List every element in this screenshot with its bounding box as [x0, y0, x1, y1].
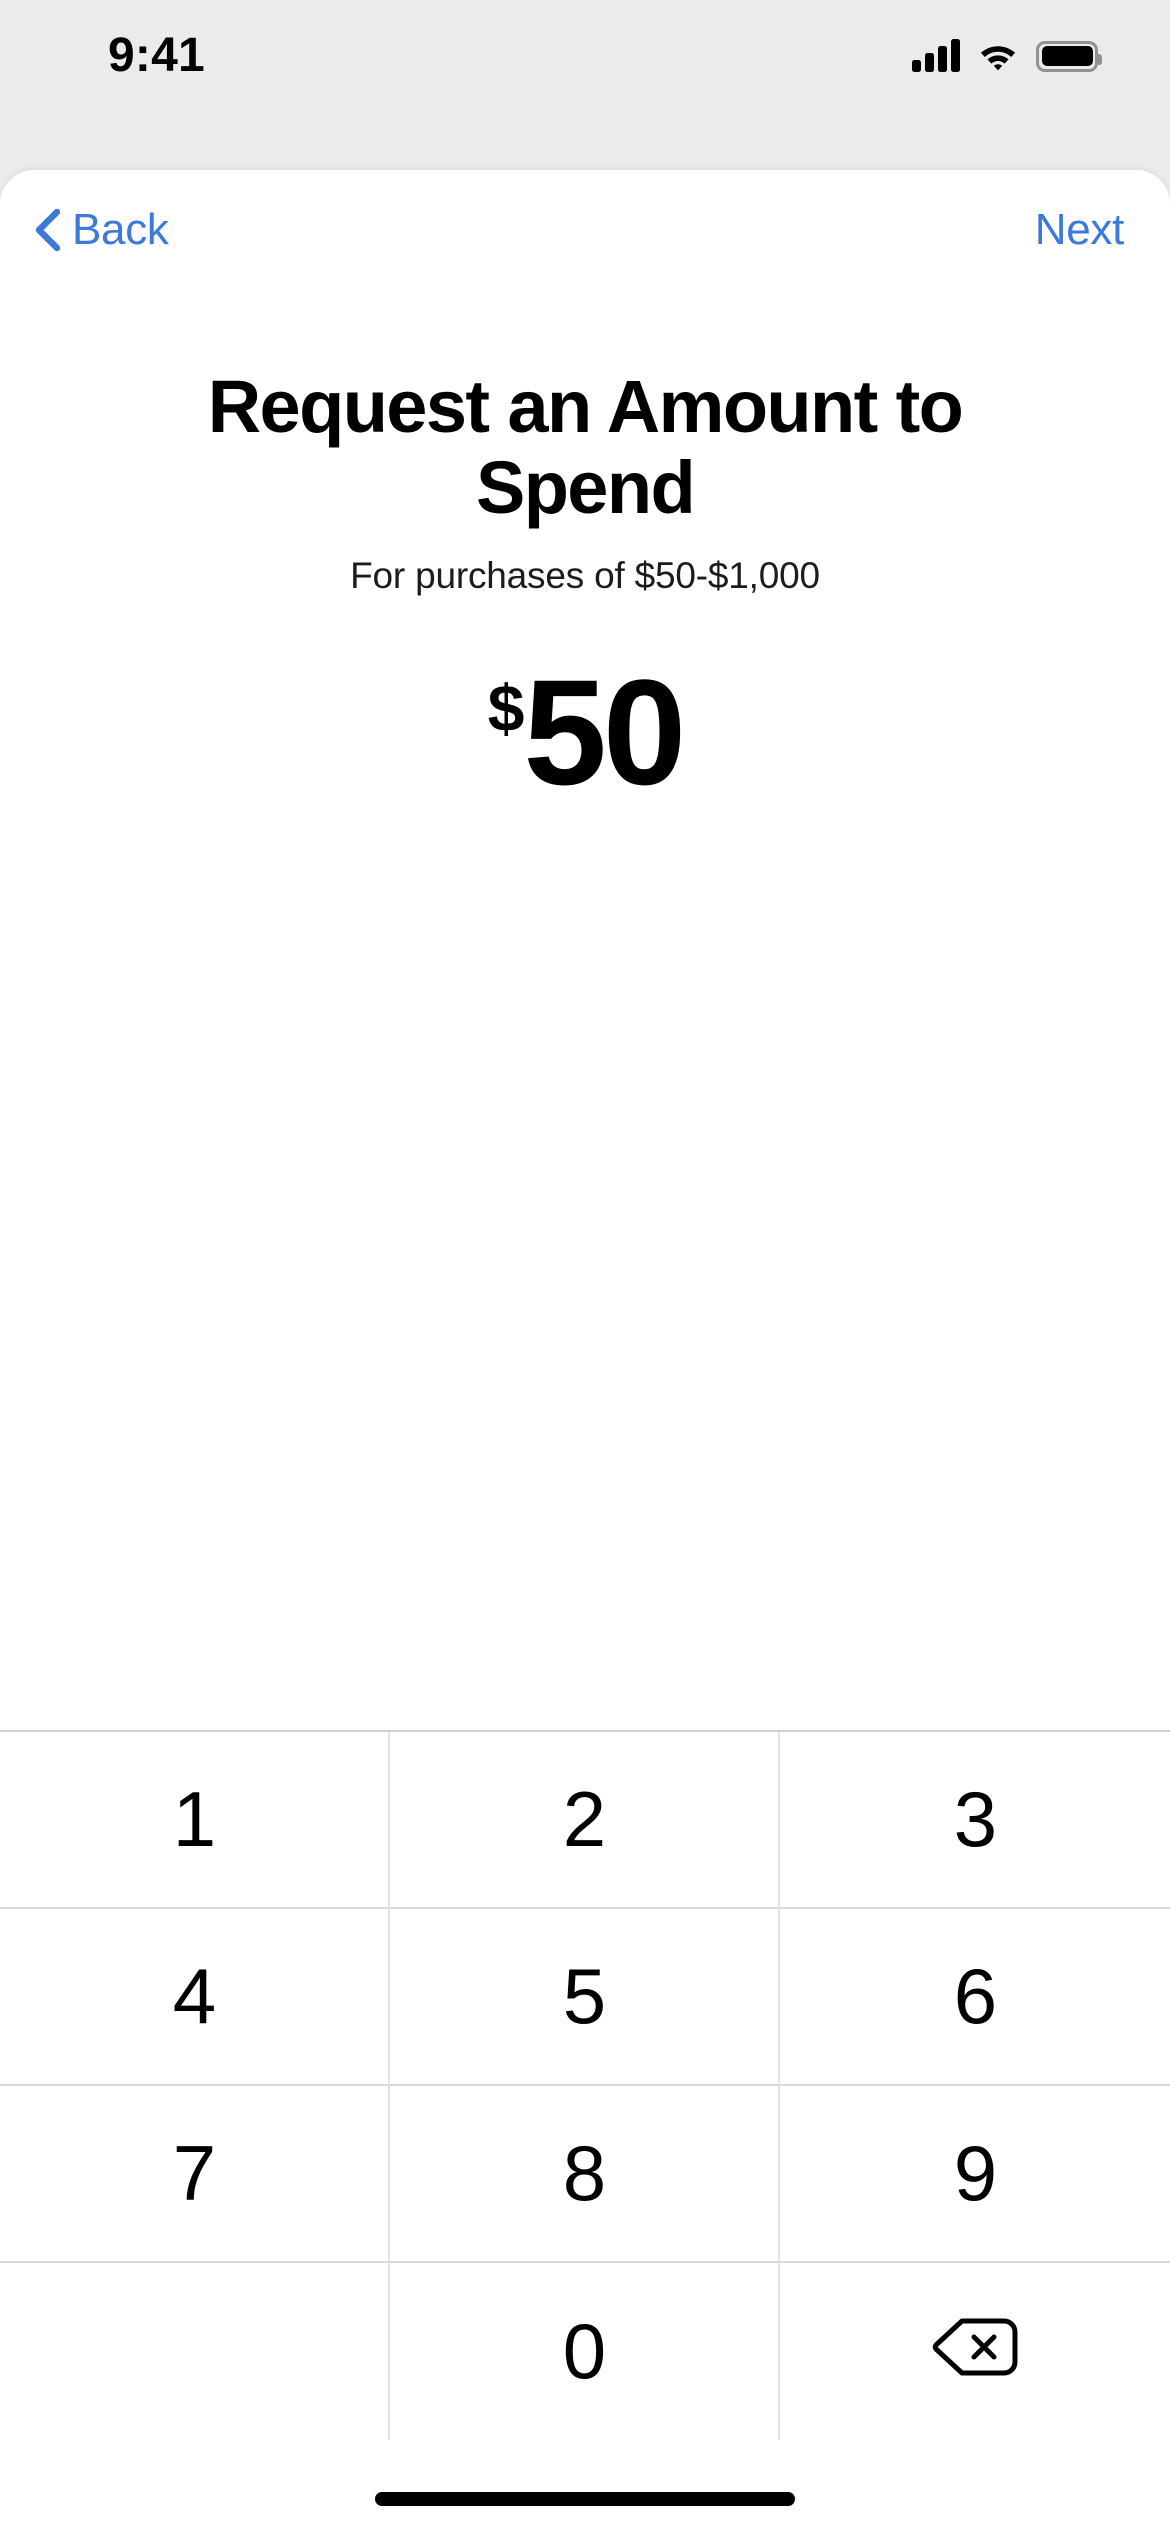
key-4[interactable]: 4: [0, 1909, 390, 2086]
back-button-label: Back: [72, 205, 169, 254]
key-9[interactable]: 9: [780, 2086, 1170, 2263]
amount-display[interactable]: $ 50: [0, 657, 1170, 827]
page-subtitle: For purchases of $50-$1,000: [350, 555, 820, 596]
modal-sheet: Back Next Request an Amount to Spend For…: [0, 170, 1170, 2532]
backspace-delete-icon: [932, 2306, 1018, 2397]
numeric-keypad: 1 2 3 4 5 6 7 8 9 0: [0, 1730, 1170, 2440]
key-5[interactable]: 5: [390, 1909, 780, 2086]
home-indicator-bar: [375, 2492, 795, 2506]
currency-symbol: $: [487, 671, 525, 745]
chevron-left-icon: [34, 208, 61, 252]
back-button[interactable]: Back: [24, 198, 179, 262]
key-blank: [0, 2263, 390, 2440]
status-bar-time: 9:41: [108, 29, 205, 82]
key-2[interactable]: 2: [390, 1732, 780, 1909]
page-title: Request an Amount to Spend: [207, 365, 964, 530]
phone-screen: 9:41 Back Next Request an Amount to Spen…: [0, 0, 1170, 2532]
key-1[interactable]: 1: [0, 1732, 390, 1909]
next-button-label: Next: [1034, 205, 1125, 254]
wifi-icon: [977, 40, 1019, 72]
cellular-signal-icon: [912, 39, 960, 72]
key-delete[interactable]: [780, 2263, 1170, 2440]
battery-icon: [1036, 40, 1102, 72]
key-0[interactable]: 0: [390, 2263, 780, 2440]
key-8[interactable]: 8: [390, 2086, 780, 2263]
next-button[interactable]: Next: [1025, 198, 1134, 262]
navigation-bar: Back Next: [0, 170, 1170, 290]
status-bar-icons: [912, 30, 1102, 82]
amount-value: 50: [523, 648, 686, 816]
status-bar: 9:41: [0, 0, 1170, 170]
key-7[interactable]: 7: [0, 2086, 390, 2263]
key-3[interactable]: 3: [780, 1732, 1170, 1909]
key-6[interactable]: 6: [780, 1909, 1170, 2086]
